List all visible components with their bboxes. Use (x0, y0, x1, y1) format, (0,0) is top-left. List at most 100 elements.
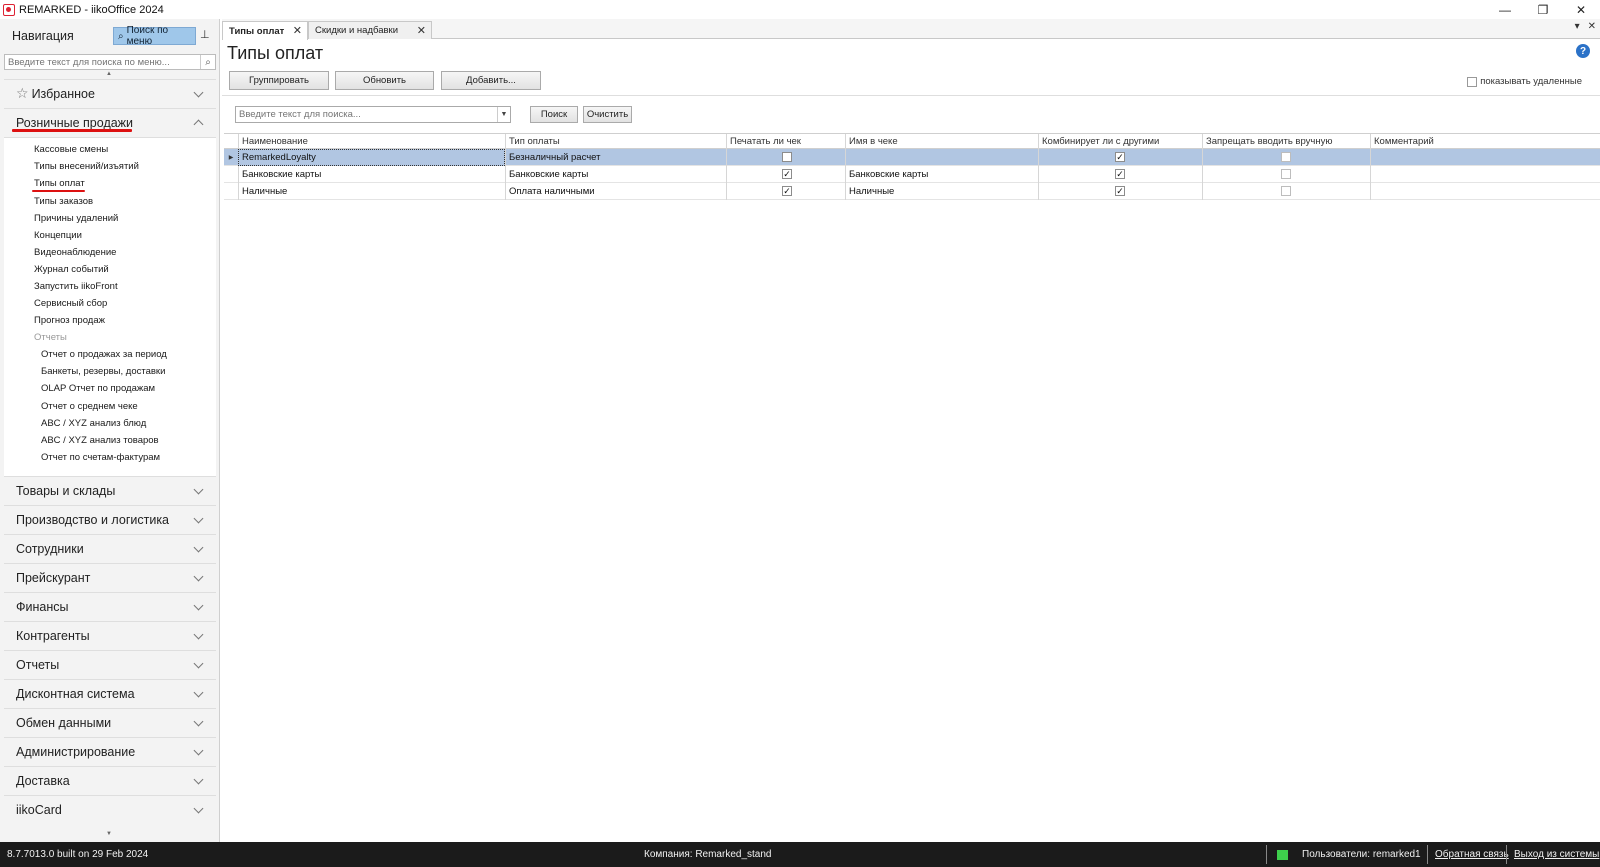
sidebar-item-report[interactable]: ABC / XYZ анализ товаров (41, 435, 159, 446)
close-all-icon[interactable]: ✕ (1588, 21, 1596, 32)
cell-name[interactable]: RemarkedLoyalty (238, 149, 505, 166)
sidebar-item-concepts[interactable]: Концепции (34, 230, 82, 241)
cell-name[interactable]: Банковские карты (238, 166, 505, 183)
scroll-down-icon[interactable]: ▼ (106, 831, 112, 837)
column-header-receipt-name[interactable]: Имя в чеке (845, 134, 1038, 149)
sidebar-item-report[interactable]: Банкеты, резервы, доставки (41, 366, 165, 377)
nav-section-admin[interactable]: Администрирование (4, 737, 216, 765)
sidebar-item-report[interactable]: Отчет о среднем чеке (41, 401, 138, 412)
cell-print-receipt[interactable]: ✓ (726, 166, 845, 183)
cell-print-receipt[interactable]: ✓ (726, 183, 845, 200)
search-button[interactable]: Поиск (530, 106, 578, 123)
scroll-up-icon[interactable]: ▲ (106, 71, 112, 77)
sidebar-item-report[interactable]: Отчет о продажах за период (41, 349, 167, 360)
sidebar-item-sales-forecast[interactable]: Прогноз продаж (34, 315, 105, 326)
clear-button[interactable]: Очистить (583, 106, 632, 123)
column-header-print-receipt[interactable]: Печатать ли чек (726, 134, 845, 149)
cell-forbid-manual[interactable] (1202, 149, 1370, 166)
nav-section-data-exchange[interactable]: Обмен данными (4, 708, 216, 736)
nav-section-goods[interactable]: Товары и склады (4, 476, 216, 504)
search-input[interactable] (236, 109, 497, 120)
cell-forbid-manual[interactable] (1202, 166, 1370, 183)
cell-payment-type[interactable]: Оплата наличными (505, 183, 726, 200)
menu-search-input[interactable] (5, 56, 200, 68)
close-icon[interactable]: ✕ (417, 24, 426, 37)
cell-comment[interactable] (1370, 149, 1600, 166)
print-receipt-checkbox[interactable]: ✓ (782, 169, 792, 179)
cell-receipt-name[interactable] (845, 149, 1038, 166)
sidebar-item-report[interactable]: Отчет по счетам-фактурам (41, 452, 160, 463)
nav-section-counterparties[interactable]: Контрагенты (4, 621, 216, 649)
sidebar-item-event-log[interactable]: Журнал событий (34, 264, 109, 275)
pin-icon[interactable]: ⊥ (200, 28, 210, 41)
sidebar-item-service-fee[interactable]: Сервисный сбор (34, 298, 107, 309)
group-button[interactable]: Группировать (229, 71, 329, 90)
forbid-manual-checkbox[interactable] (1281, 152, 1291, 162)
column-header-name[interactable]: Наименование (238, 134, 505, 149)
print-receipt-checkbox[interactable] (782, 152, 792, 162)
sidebar-item-launch-front[interactable]: Запустить iikoFront (34, 281, 118, 292)
minimize-button[interactable]: — (1486, 0, 1524, 19)
cell-forbid-manual[interactable] (1202, 183, 1370, 200)
tab-discounts[interactable]: Скидки и надбавки ✕ (308, 21, 432, 39)
sidebar-item-video[interactable]: Видеонаблюдение (34, 247, 116, 258)
column-header-payment-type[interactable]: Тип оплаты (505, 134, 726, 149)
nav-section-favorites[interactable]: ☆ Избранное (4, 79, 216, 107)
sidebar-item-report[interactable]: OLAP Отчет по продажам (41, 383, 155, 394)
combine-checkbox[interactable]: ✓ (1115, 152, 1125, 162)
menu-search-field[interactable]: ⌕ (4, 54, 216, 70)
nav-section-employees[interactable]: Сотрудники (4, 534, 216, 562)
nav-section-production[interactable]: Производство и логистика (4, 505, 216, 533)
refresh-button[interactable]: Обновить (335, 71, 434, 90)
nav-section-iikocard[interactable]: iikoCard (4, 795, 216, 823)
search-combo[interactable]: ▼ (235, 106, 511, 123)
column-header-combine[interactable]: Комбинирует ли с другими (1038, 134, 1202, 149)
nav-section-pricelist[interactable]: Прейскурант (4, 563, 216, 591)
nav-section-discount[interactable]: Дисконтная система (4, 679, 216, 707)
tab-payment-types[interactable]: Типы оплат ✕ (222, 21, 308, 40)
close-icon[interactable]: ✕ (293, 24, 302, 37)
nav-section-finance[interactable]: Финансы (4, 592, 216, 620)
cell-name[interactable]: Наличные (238, 183, 505, 200)
combine-checkbox[interactable]: ✓ (1115, 186, 1125, 196)
column-header-comment[interactable]: Комментарий (1370, 134, 1600, 149)
print-receipt-checkbox[interactable]: ✓ (782, 186, 792, 196)
chevron-down-icon[interactable]: ▼ (497, 107, 510, 122)
cell-comment[interactable] (1370, 166, 1600, 183)
cell-combine[interactable]: ✓ (1038, 149, 1202, 166)
close-window-button[interactable]: ✕ (1562, 0, 1600, 19)
cell-payment-type[interactable]: Безналичный расчет (505, 149, 726, 166)
cell-receipt-name[interactable]: Банковские карты (845, 166, 1038, 183)
search-icon[interactable]: ⌕ (200, 55, 215, 69)
sidebar-item-deletion-reasons[interactable]: Причины удалений (34, 213, 118, 224)
show-deleted-toggle[interactable]: показывать удаленные (1467, 76, 1582, 87)
feedback-link[interactable]: Обратная связь (1435, 849, 1509, 860)
cell-combine[interactable]: ✓ (1038, 183, 1202, 200)
cell-comment[interactable] (1370, 183, 1600, 200)
sidebar-item-cash-shifts[interactable]: Кассовые смены (34, 144, 108, 155)
menu-search-button[interactable]: ⌕ Поиск по меню (113, 25, 196, 47)
column-header-forbid-manual[interactable]: Запрещать вводить вручную (1202, 134, 1370, 149)
show-deleted-checkbox[interactable] (1467, 76, 1478, 87)
cell-receipt-name[interactable]: Наличные (845, 183, 1038, 200)
nav-section-reports[interactable]: Отчеты (4, 650, 216, 678)
restore-button[interactable]: ❐ (1524, 0, 1562, 19)
cell-print-receipt[interactable] (726, 149, 845, 166)
tab-list-dropdown-icon[interactable]: ▾ (1575, 21, 1580, 32)
sidebar-item-report[interactable]: ABC / XYZ анализ блюд (41, 418, 146, 429)
nav-section-delivery[interactable]: Доставка (4, 766, 216, 794)
forbid-manual-checkbox[interactable] (1281, 186, 1291, 196)
help-icon[interactable]: ? (1576, 44, 1590, 58)
sidebar-item-payment-types[interactable]: Типы оплат (34, 178, 85, 189)
logout-link[interactable]: Выход из системы (1514, 849, 1599, 860)
table-row[interactable]: Банковские карты Банковские карты ✓ Банк… (224, 166, 1600, 183)
add-button[interactable]: Добавить... (441, 71, 541, 90)
table-row[interactable]: Наличные Оплата наличными ✓ Наличные ✓ (224, 183, 1600, 200)
sidebar-item-order-types[interactable]: Типы заказов (34, 196, 93, 207)
forbid-manual-checkbox[interactable] (1281, 169, 1291, 179)
combine-checkbox[interactable]: ✓ (1115, 169, 1125, 179)
cell-payment-type[interactable]: Банковские карты (505, 166, 726, 183)
sidebar-item-deposit-types[interactable]: Типы внесений/изъятий (34, 161, 139, 172)
table-row[interactable]: ▶ RemarkedLoyalty Безналичный расчет ✓ (224, 149, 1600, 166)
cell-combine[interactable]: ✓ (1038, 166, 1202, 183)
